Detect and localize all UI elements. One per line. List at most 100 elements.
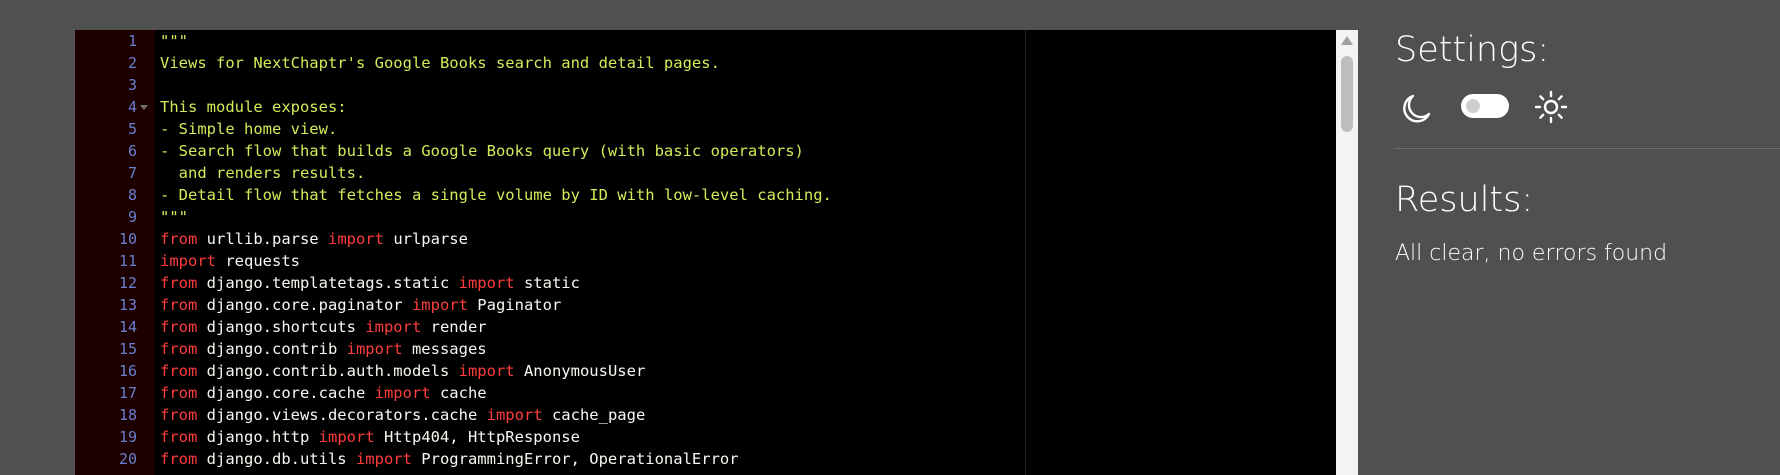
line-number: 10	[118, 230, 137, 248]
code-line: This module exposes:	[160, 96, 347, 118]
keyword-token: import	[355, 450, 412, 468]
code-line: """	[160, 206, 188, 228]
moon-icon[interactable]	[1399, 92, 1433, 126]
docstring-token: """	[160, 32, 188, 50]
code-token: requests	[216, 252, 300, 270]
code-line: from django.core.cache import cache	[160, 382, 487, 404]
code-token: django.core.paginator	[197, 296, 412, 314]
line-number: 16	[118, 362, 137, 380]
line-number: 14	[118, 318, 137, 336]
keyword-token: from	[160, 318, 198, 336]
keyword-token: import	[160, 252, 216, 270]
settings-title: Settings:	[1395, 30, 1550, 70]
keyword-token: import	[374, 384, 431, 402]
line-number: 3	[127, 76, 137, 94]
keyword-token: from	[160, 296, 198, 314]
keyword-token: import	[318, 428, 375, 446]
code-line: Views for NextChaptr's Google Books sear…	[160, 52, 720, 74]
docstring-token: This module exposes:	[160, 98, 347, 116]
code-line: and renders results.	[160, 162, 366, 184]
docstring-token: - Simple home view.	[160, 120, 338, 138]
code-token: static	[514, 274, 580, 292]
line-number: 17	[118, 384, 137, 402]
code-token: AnonymousUser	[514, 362, 646, 380]
line-number: 15	[118, 340, 137, 358]
line-number: 5	[127, 120, 137, 138]
code-token: urlparse	[383, 230, 468, 248]
code-line: - Simple home view.	[160, 118, 337, 140]
keyword-token: from	[160, 406, 198, 424]
keyword-token: import	[346, 340, 403, 358]
code-line: - Detail flow that fetches a single volu…	[160, 184, 832, 206]
theme-toggle[interactable]	[1461, 94, 1509, 118]
keyword-token: from	[160, 274, 198, 292]
keyword-token: from	[160, 428, 198, 446]
code-token: django.db.utils	[197, 450, 356, 468]
line-number: 18	[118, 406, 137, 424]
sun-icon[interactable]	[1534, 90, 1568, 124]
line-number: 7	[127, 164, 137, 182]
code-line: from urllib.parse import urlparse	[160, 228, 468, 250]
toggle-knob	[1466, 99, 1480, 113]
docstring-token: - Search flow that builds a Google Books…	[160, 142, 804, 160]
code-line: """	[160, 30, 188, 52]
line-number: 4	[127, 98, 137, 116]
code-token: cache	[430, 384, 487, 402]
code-token: django.templatetags.static	[197, 274, 459, 292]
scroll-up-arrow-icon[interactable]	[1341, 36, 1353, 45]
keyword-token: import	[486, 406, 543, 424]
code-token: django.core.cache	[197, 384, 375, 402]
line-number: 9	[127, 208, 137, 226]
keyword-token: from	[160, 230, 198, 248]
results-message: All clear, no errors found	[1395, 241, 1668, 266]
code-line: from django.contrib import messages	[160, 338, 487, 360]
keyword-token: import	[411, 296, 468, 314]
code-line: from django.contrib.auth.models import A…	[160, 360, 645, 382]
keyword-token: import	[458, 362, 515, 380]
line-number: 20	[118, 450, 137, 468]
scroll-thumb[interactable]	[1341, 56, 1353, 132]
line-number: 11	[118, 252, 137, 270]
side-panel: Settings: Results: All clear, no errors …	[1358, 0, 1780, 475]
docstring-token: Views for NextChaptr's Google Books sear…	[160, 54, 720, 72]
line-number: 1	[127, 32, 137, 50]
line-number-gutter: 1 2 3 4 5 6 7 8 9 10 11 12 13 14 15 16 17 18 19 20	[75, 30, 155, 475]
code-line: from django.views.decorators.cache impor…	[160, 404, 645, 426]
keyword-token: from	[160, 384, 198, 402]
code-line: from django.http import Http404, HttpRes…	[160, 426, 580, 448]
code-line: from django.shortcuts import render	[160, 316, 487, 338]
code-line: from django.core.paginator import Pagina…	[160, 294, 561, 316]
docstring-token: - Detail flow that fetches a single volu…	[160, 186, 832, 204]
keyword-token: import	[365, 318, 422, 336]
code-token: ProgrammingError, OperationalError	[411, 450, 739, 468]
docstring-token: and renders results.	[160, 164, 366, 182]
line-number: 6	[127, 142, 137, 160]
code-token: django.contrib	[197, 340, 347, 358]
code-token: cache_page	[542, 406, 646, 424]
code-token: render	[421, 318, 487, 336]
code-content[interactable]: """ Views for NextChaptr's Google Books s…	[160, 30, 1336, 475]
code-token: messages	[402, 340, 487, 358]
line-number: 8	[127, 186, 137, 204]
line-number: 13	[118, 296, 137, 314]
keyword-token: from	[160, 450, 198, 468]
code-editor[interactable]: 1 2 3 4 5 6 7 8 9 10 11 12 13 14 15 16 17 18 19 20 """ Views…	[75, 30, 1358, 475]
results-title: Results:	[1395, 180, 1534, 220]
code-token: django.shortcuts	[197, 318, 366, 336]
code-token: Http404, HttpResponse	[374, 428, 580, 446]
docstring-token: """	[160, 208, 188, 226]
fold-arrow-icon[interactable]	[140, 105, 148, 110]
keyword-token: from	[160, 362, 198, 380]
code-token: django.contrib.auth.models	[197, 362, 459, 380]
code-line: from django.templatetags.static import s…	[160, 272, 580, 294]
vertical-scrollbar[interactable]	[1336, 30, 1358, 475]
line-number: 2	[127, 54, 137, 72]
code-token: django.http	[197, 428, 319, 446]
panel-divider	[1395, 148, 1780, 149]
keyword-token: import	[458, 274, 515, 292]
line-number: 12	[118, 274, 137, 292]
code-line: from django.db.utils import ProgrammingE…	[160, 448, 739, 470]
keyword-token: from	[160, 340, 198, 358]
code-token: urllib.parse	[197, 230, 328, 248]
code-token: django.views.decorators.cache	[197, 406, 487, 424]
